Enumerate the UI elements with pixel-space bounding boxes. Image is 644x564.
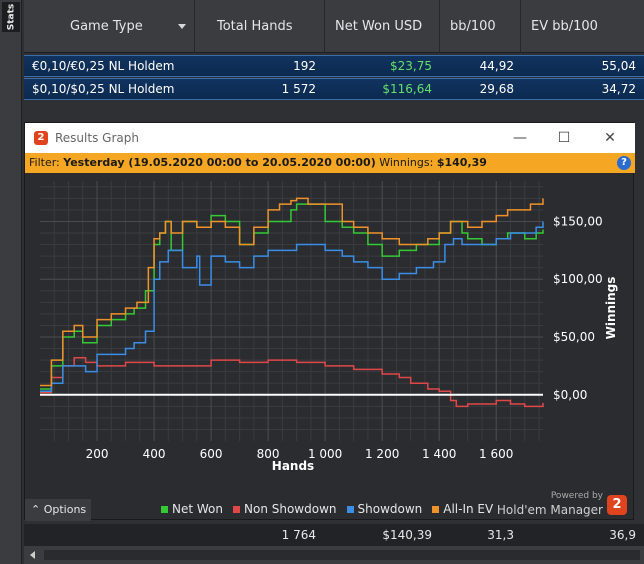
- legend-label: Net Won: [172, 502, 223, 516]
- cell-game-type: $0,10/$0,25 NL Holdem: [32, 82, 175, 96]
- column-header-total-hands[interactable]: Total Hands: [195, 0, 325, 53]
- table-row[interactable]: $0,10/$0,25 NL Holdem 1 572 $116,64 29,6…: [24, 78, 644, 100]
- total-hands: 1 764: [281, 528, 316, 542]
- y-tick-label: $0,00: [553, 388, 587, 402]
- stats-sidebar: Stats: [0, 0, 22, 564]
- x-tick-label: 600: [200, 447, 223, 461]
- x-tick-label: 1 200: [365, 447, 399, 461]
- stats-tab[interactable]: Stats: [2, 2, 20, 32]
- totals-row: 1 764 $140,39 31,3 36,9: [24, 524, 644, 546]
- x-tick-label: 200: [86, 447, 109, 461]
- column-header-game-type[interactable]: Game Type: [24, 0, 195, 53]
- winnings-label: Winnings:: [379, 156, 434, 169]
- x-axis-label: Hands: [272, 459, 314, 473]
- filter-bar: Filter: Yesterday (19.05.2020 00:00 to 2…: [25, 153, 635, 173]
- column-header-label: bb/100: [450, 19, 496, 34]
- app-root: Stats Game Type Total Hands Net Won USD …: [0, 0, 644, 564]
- cell-net-won: $116,64: [382, 82, 432, 96]
- powered-by-text: Powered by: [550, 491, 603, 501]
- column-header-label: EV bb/100: [531, 19, 598, 34]
- hm2-brand-logo-icon: 2: [607, 495, 627, 515]
- window-title: Results Graph: [55, 131, 139, 145]
- x-tick-label: 1 600: [479, 447, 513, 461]
- legend-label: All-In EV: [443, 502, 494, 516]
- column-header-label: Net Won USD: [335, 19, 423, 34]
- y-tick-label: $100,00: [553, 272, 603, 286]
- maximize-button[interactable]: ☐: [553, 128, 575, 148]
- cell-total-hands: 192: [293, 59, 316, 73]
- results-graph-window: 2 Results Graph — ☐ ✕ Filter: Yesterday …: [24, 122, 635, 521]
- scrollbar-track[interactable]: [44, 550, 640, 560]
- column-header-label: Game Type: [70, 19, 143, 34]
- x-tick-label: 1 400: [422, 447, 456, 461]
- options-label: Options: [43, 503, 87, 516]
- total-bb100: 31,3: [487, 528, 514, 542]
- window-titlebar[interactable]: 2 Results Graph — ☐ ✕: [25, 123, 635, 153]
- cell-net-won: $23,75: [390, 59, 432, 73]
- legend-item[interactable]: Non Showdown: [233, 501, 337, 517]
- total-ev-bb100: 36,9: [609, 528, 636, 542]
- column-header-bb100[interactable]: bb/100: [440, 0, 521, 53]
- chevron-up-icon: ⌃: [31, 503, 41, 516]
- help-icon[interactable]: ?: [617, 156, 631, 170]
- legend-label: Non Showdown: [244, 502, 337, 516]
- winnings-value: $140,39: [436, 156, 487, 169]
- legend-label: Showdown: [357, 502, 423, 516]
- column-header-ev-bb100[interactable]: EV bb/100: [521, 0, 644, 53]
- legend-item[interactable]: All-In EV: [432, 501, 493, 517]
- y-axis-label: Winnings: [604, 277, 618, 340]
- total-net-won: $140,39: [382, 528, 432, 542]
- holdem-manager-brand: Powered by Hold'em Manager 2: [497, 491, 627, 519]
- hm2-logo-icon: 2: [34, 131, 48, 145]
- table-row[interactable]: €0,10/€0,25 NL Holdem 192 $23,75 44,92 5…: [24, 55, 644, 77]
- legend-item[interactable]: Net Won: [161, 501, 223, 517]
- filter-value: Yesterday (19.05.2020 00:00 to 20.05.202…: [63, 156, 376, 169]
- legend-swatch: [161, 505, 168, 513]
- horizontal-scrollbar[interactable]: [24, 546, 644, 564]
- cell-ev-bb100: 34,72: [601, 82, 636, 96]
- y-tick-label: $150,00: [553, 214, 603, 228]
- legend-swatch: [346, 505, 354, 513]
- legend-swatch: [432, 505, 440, 513]
- y-tick-labels: $0,00 $50,00 $100,00 $150,00: [553, 214, 603, 401]
- cell-bb100: 44,92: [479, 59, 514, 73]
- minimize-button[interactable]: —: [509, 128, 531, 148]
- options-button[interactable]: ⌃ Options: [25, 499, 91, 521]
- cell-total-hands: 1 572: [281, 82, 316, 96]
- legend-swatch: [233, 505, 240, 513]
- cell-bb100: 29,68: [479, 82, 514, 96]
- legend-item[interactable]: Showdown: [346, 501, 423, 517]
- chart-legend: Net Won Non Showdown Showdown All-In EV: [161, 501, 493, 517]
- stats-tab-label: Stats: [6, 3, 16, 31]
- x-tick-label: 400: [143, 447, 166, 461]
- y-tick-label: $50,00: [553, 330, 595, 344]
- results-chart: 200 400 600 800 1 000 1 200 1 400 1 600 $0,00$5…: [40, 181, 618, 473]
- scroll-left-icon[interactable]: [30, 551, 35, 559]
- table-header: Game Type Total Hands Net Won USD bb/100…: [24, 0, 644, 53]
- cell-game-type: €0,10/€0,25 NL Holdem: [32, 59, 175, 73]
- close-button[interactable]: ✕: [599, 128, 621, 148]
- chart-area: 200 400 600 800 1 000 1 200 1 400 1 600 $0,00 $5…: [25, 173, 635, 521]
- column-header-net-won[interactable]: Net Won USD: [325, 0, 440, 53]
- brand-name: Hold'em Manager: [496, 503, 603, 517]
- column-header-label: Total Hands: [217, 19, 293, 34]
- dropdown-caret-icon[interactable]: [178, 24, 186, 29]
- cell-ev-bb100: 55,04: [601, 59, 636, 73]
- filter-prefix: Filter:: [29, 156, 60, 169]
